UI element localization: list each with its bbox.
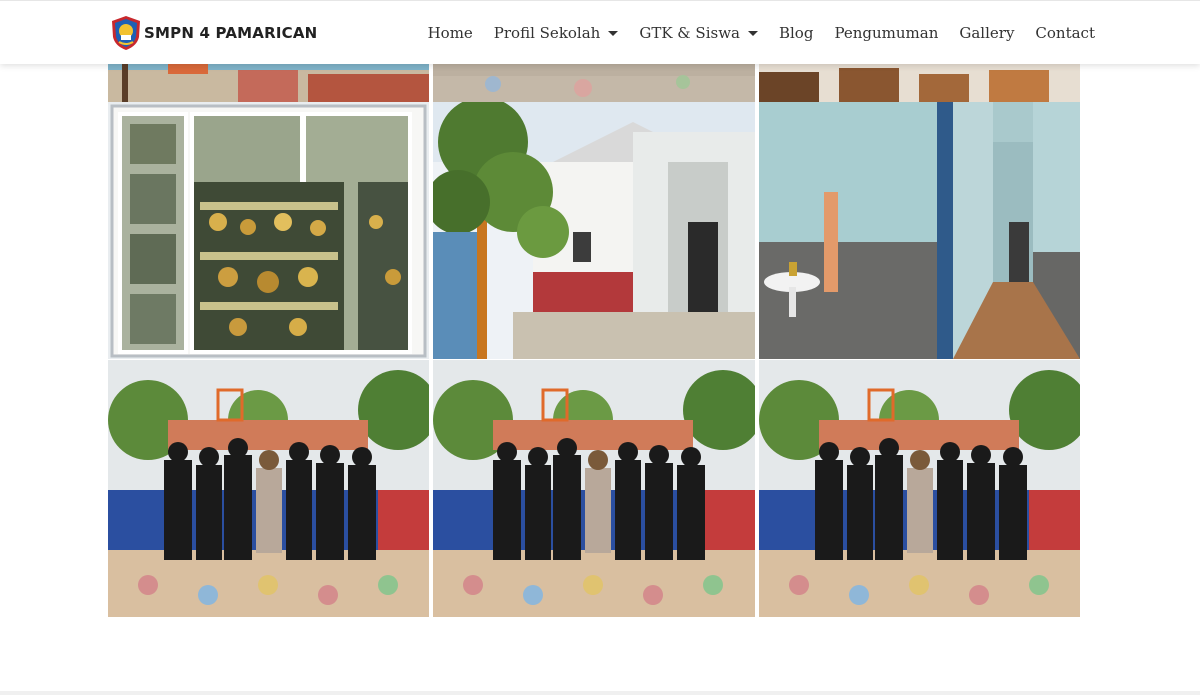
gallery-photo-building-corner[interactable] <box>433 102 755 359</box>
trophy-cabinet-image <box>108 102 429 359</box>
nav-pengumuman[interactable]: Pengumuman <box>834 24 938 42</box>
brand-name: SMPN 4 PAMARICAN <box>144 24 318 42</box>
school-shield-logo <box>112 16 140 50</box>
caret-down-icon <box>747 30 758 36</box>
gallery-photo-schoolyard[interactable] <box>108 64 429 102</box>
gallery-photo-classroom[interactable] <box>759 64 1080 102</box>
corridor-image <box>759 102 1080 359</box>
gallery-photo-corridor[interactable] <box>759 102 1080 359</box>
gallery-photo-students-1[interactable] <box>108 360 429 617</box>
students-group-image <box>759 360 1080 617</box>
brand-link[interactable]: SMPN 4 PAMARICAN <box>110 15 317 51</box>
footer-divider <box>0 691 1200 695</box>
nav-gtk-siswa-label: GTK & Siswa <box>639 24 740 42</box>
classroom-image <box>759 64 1080 102</box>
nav-blog-label: Blog <box>778 24 814 42</box>
nav-contact[interactable]: Contact <box>1035 24 1095 42</box>
building-corner-image <box>433 102 755 359</box>
navbar: SMPN 4 PAMARICAN Home Profil Sekolah GTK… <box>0 0 1200 64</box>
students-group-image <box>433 360 755 617</box>
students-group-image <box>108 360 429 617</box>
nav-home[interactable]: Home <box>428 24 473 42</box>
gallery-photo-trophy-cabinet[interactable] <box>108 102 429 359</box>
schoolyard-image <box>108 64 429 102</box>
nav-gallery[interactable]: Gallery <box>959 24 1014 42</box>
caret-down-icon <box>608 30 619 36</box>
photo-gallery <box>108 64 1080 617</box>
nav-pengumuman-label: Pengumuman <box>834 24 939 42</box>
nav-home-label: Home <box>427 24 473 42</box>
nav-profil-sekolah-label: Profil Sekolah <box>493 24 601 42</box>
pavement-image <box>433 64 755 102</box>
nav-gtk-siswa[interactable]: GTK & Siswa <box>639 24 758 42</box>
gallery-photo-students-2[interactable] <box>433 360 755 617</box>
main-nav: Home Profil Sekolah GTK & Siswa Blog Pen… <box>407 1 1095 65</box>
nav-profil-sekolah[interactable]: Profil Sekolah <box>494 24 619 42</box>
nav-gallery-label: Gallery <box>959 24 1015 42</box>
gallery-photo-students-3[interactable] <box>759 360 1080 617</box>
nav-contact-label: Contact <box>1035 24 1095 42</box>
gallery-photo-pavement[interactable] <box>433 64 755 102</box>
nav-blog[interactable]: Blog <box>779 24 813 42</box>
